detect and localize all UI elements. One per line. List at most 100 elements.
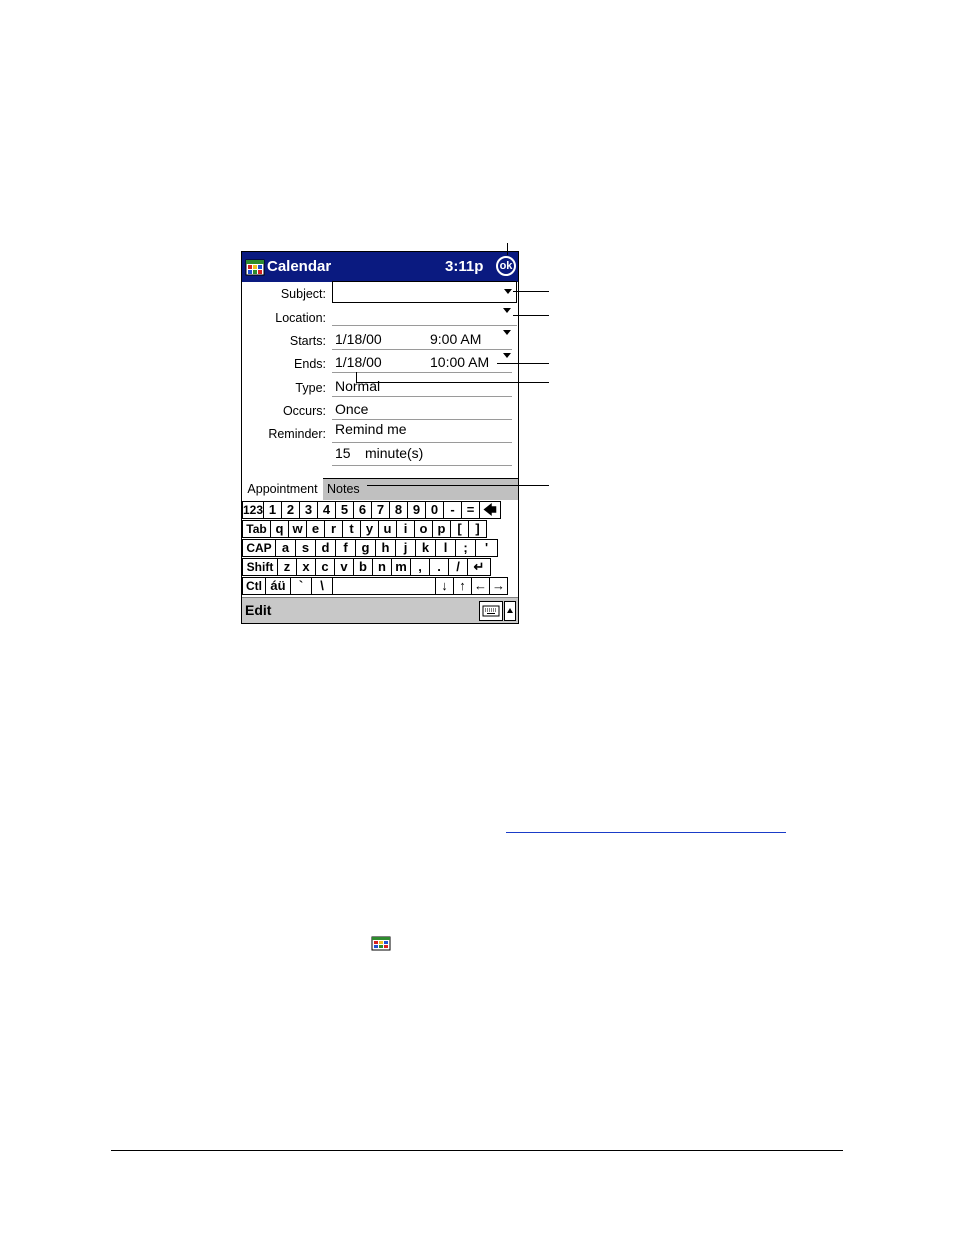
key-u[interactable]: u (378, 520, 397, 538)
tab-appointment[interactable]: Appointment (242, 478, 323, 500)
key--8[interactable]: , (410, 558, 430, 576)
key-n[interactable]: n (372, 558, 392, 576)
occurs-value[interactable]: Once (335, 401, 368, 417)
app-title: Calendar (267, 258, 332, 275)
divider (332, 349, 512, 350)
key--9[interactable]: . (429, 558, 449, 576)
callout-line (356, 382, 549, 383)
menu-edit[interactable]: Edit (245, 602, 271, 618)
key--12[interactable]: ] (468, 520, 487, 538)
location-input[interactable] (332, 304, 517, 326)
key-c[interactable]: c (315, 558, 335, 576)
ok-button[interactable]: ok (496, 256, 516, 276)
starts-time[interactable]: 9:00 AM (430, 331, 481, 347)
divider (332, 465, 512, 466)
key--2[interactable]: ` (290, 577, 312, 595)
key-h[interactable]: h (375, 539, 396, 557)
key-z[interactable]: z (277, 558, 297, 576)
dropdown-arrow-icon[interactable] (503, 308, 511, 313)
callout-line (497, 363, 549, 364)
soft-keyboard: 123 1 2 3 4 5 6 7 8 9 0- = 🡄 Tab q w e r t y u i o p[] CAP a s d f g h… (242, 501, 518, 597)
key-8[interactable]: 8 (389, 501, 408, 519)
key-d[interactable]: d (315, 539, 336, 557)
calendar-icon[interactable] (245, 257, 265, 277)
key-a[interactable]: a (275, 539, 296, 557)
key-o[interactable]: o (414, 520, 433, 538)
key--5[interactable]: ↓ (435, 577, 454, 595)
subject-input[interactable] (332, 281, 517, 303)
key-r[interactable]: r (324, 520, 343, 538)
ends-label: Ends: (294, 357, 326, 371)
key-e[interactable]: e (306, 520, 325, 538)
key-v[interactable]: v (334, 558, 354, 576)
key-p[interactable]: p (432, 520, 451, 538)
key-j[interactable]: j (395, 539, 416, 557)
type-label: Type: (295, 381, 326, 395)
key-0[interactable]: 0 (425, 501, 444, 519)
key--11[interactable]: [ (450, 520, 469, 538)
key-g[interactable]: g (355, 539, 376, 557)
type-value[interactable]: Normal (335, 378, 380, 394)
key-m[interactable]: m (391, 558, 411, 576)
dropdown-arrow-icon[interactable] (503, 353, 511, 358)
key-9[interactable]: 9 (407, 501, 426, 519)
key--12[interactable]: = (461, 501, 480, 519)
hyperlink-underline[interactable] (506, 832, 786, 833)
reminder-amount[interactable]: 15 (335, 445, 351, 461)
key-6[interactable]: 6 (353, 501, 372, 519)
key--1[interactable]: áü (265, 577, 291, 595)
key--10[interactable]: / (448, 558, 468, 576)
key-q[interactable]: q (270, 520, 289, 538)
divider (332, 396, 512, 397)
key-x[interactable]: x (296, 558, 316, 576)
reminder-label: Reminder: (268, 427, 326, 441)
key-3[interactable]: 3 (299, 501, 318, 519)
key--10[interactable]: ; (455, 539, 476, 557)
dropdown-arrow-icon[interactable] (503, 330, 511, 335)
location-label: Location: (275, 311, 326, 325)
keyboard-icon[interactable] (479, 601, 503, 621)
key-f[interactable]: f (335, 539, 356, 557)
key-7[interactable]: 7 (371, 501, 390, 519)
key-shift[interactable]: Shift (242, 558, 278, 576)
menu-bar: Edit (242, 597, 518, 623)
divider (332, 325, 517, 326)
key--3[interactable]: \ (311, 577, 333, 595)
key-123[interactable]: 123 (242, 501, 264, 519)
key-2[interactable]: 2 (281, 501, 300, 519)
divider (332, 442, 512, 443)
key-5[interactable]: 5 (335, 501, 354, 519)
key--11[interactable]: ' (475, 539, 498, 557)
key--6[interactable]: ↑ (453, 577, 472, 595)
title-bar: Calendar 3:11p ok (242, 252, 518, 282)
reminder-unit[interactable]: minute(s) (365, 445, 423, 461)
dropdown-arrow-icon[interactable] (504, 289, 512, 294)
key-4[interactable]: 4 (317, 501, 336, 519)
key--11[interactable]: ↵ (467, 558, 491, 576)
key-b[interactable]: b (353, 558, 373, 576)
key-1[interactable]: 1 (263, 501, 282, 519)
key-tab[interactable]: Tab (242, 520, 271, 538)
key-k[interactable]: k (415, 539, 436, 557)
key-y[interactable]: y (360, 520, 379, 538)
key-i[interactable]: i (396, 520, 415, 538)
key--7[interactable]: ← (471, 577, 490, 595)
reminder-value[interactable]: Remind me (335, 421, 407, 437)
tab-notes[interactable]: Notes (323, 478, 518, 500)
key-l[interactable]: l (435, 539, 456, 557)
ends-time[interactable]: 10:00 AM (430, 354, 489, 370)
key-space[interactable] (332, 577, 436, 595)
key-cap[interactable]: CAP (242, 539, 276, 557)
up-arrow-icon[interactable] (504, 601, 516, 621)
clock[interactable]: 3:11p (445, 258, 483, 275)
key-s[interactable]: s (295, 539, 316, 557)
key-t[interactable]: t (342, 520, 361, 538)
key-w[interactable]: w (288, 520, 307, 538)
occurs-label: Occurs: (282, 404, 326, 418)
key-ctl[interactable]: Ctl (242, 577, 266, 595)
key--13[interactable]: 🡄 (479, 501, 501, 519)
key--11[interactable]: - (443, 501, 462, 519)
key--8[interactable]: → (489, 577, 508, 595)
starts-date[interactable]: 1/18/00 (335, 331, 382, 347)
ends-date[interactable]: 1/18/00 (335, 354, 382, 370)
